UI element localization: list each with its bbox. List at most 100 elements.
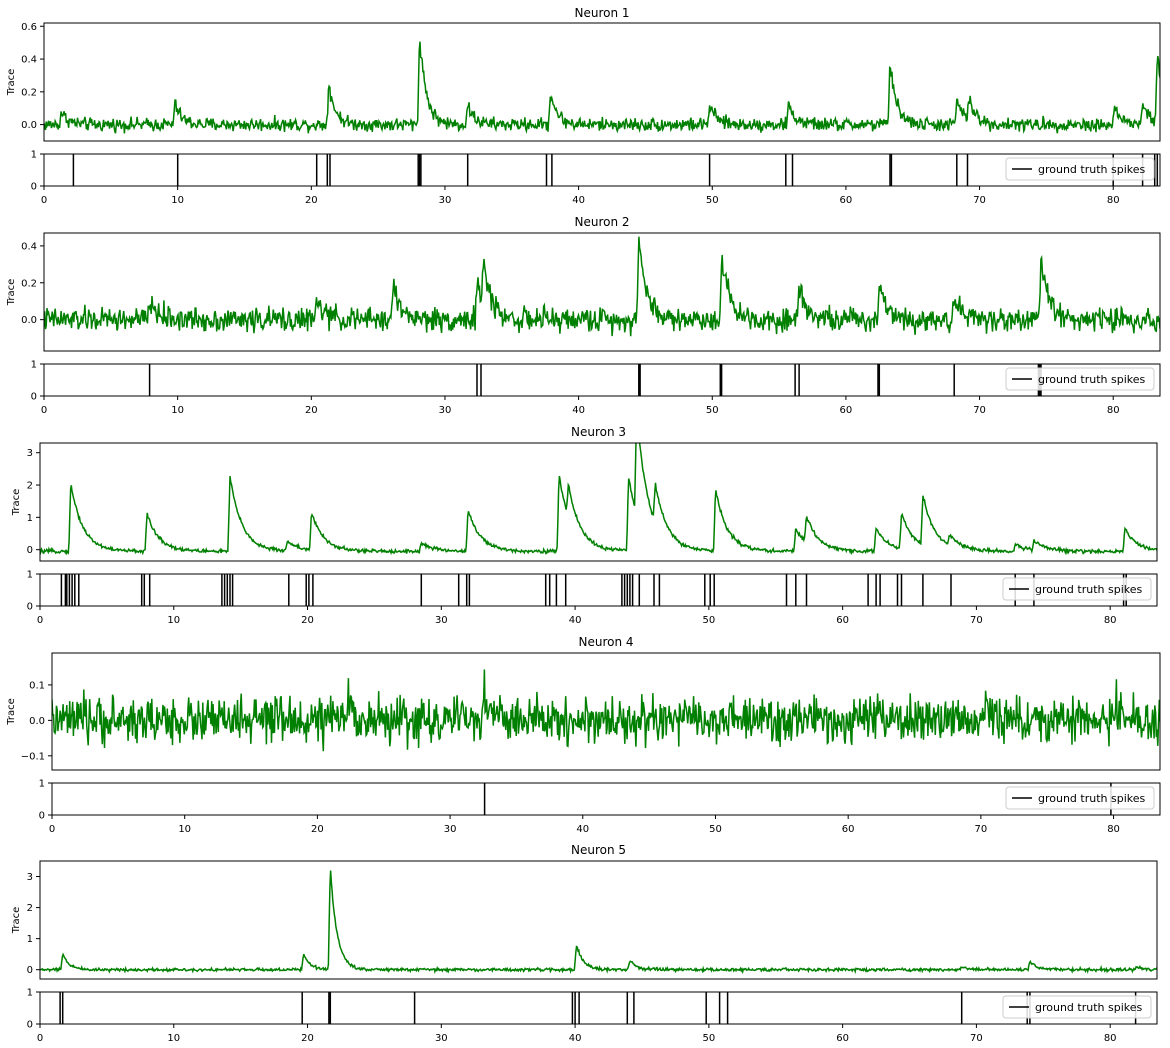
neuron-panel-5: 0123Neuron 5Trace010 10 20 30 40 50 60 70 80grou… (11, 843, 1158, 1044)
spikes-xtick-label: 10 (171, 195, 184, 206)
spikes-ytick-label: 1 (39, 779, 45, 790)
spikes-axes: 010 10 20 30 40 50 60 70 80ground truth spikes (31, 150, 1161, 206)
legend: ground truth spikes (1005, 786, 1155, 810)
trace-axes: 0.0 0.2 0.4 0.6 Neuron 1 Trace (6, 6, 1161, 142)
spikes-xtick-label: 60 (840, 195, 853, 206)
trace-line (44, 41, 1160, 134)
spikes-ytick-label: 0 (31, 182, 37, 193)
legend-label: ground truth spikes (1038, 163, 1146, 176)
spikes-xtick-label: 0 (49, 824, 55, 835)
trace-ytick-label: 2 (27, 481, 33, 492)
spikes-xtick-label: 60 (836, 1033, 849, 1044)
trace-ytick-label: 0.0 (21, 120, 37, 131)
trace-axes: 0.0 0.2 0.4 Neuron 2 Trace (6, 215, 1161, 352)
spikes-axes: 010 10 20 30 40 50 60 70 80ground truth spikes (27, 570, 1158, 626)
spikes-xtick-label: 40 (569, 1033, 582, 1044)
trace-ytick-label: 0.2 (21, 87, 37, 98)
legend-label: ground truth spikes (1038, 792, 1146, 805)
spikes-xtick-label: 70 (970, 615, 983, 626)
trace-ytick-label: 1 (27, 513, 33, 524)
trace-ytick-label: 0.4 (21, 55, 37, 66)
legend: ground truth spikes (1005, 367, 1155, 391)
spikes-frame (43, 363, 1161, 397)
trace-ytick-label: 2 (27, 903, 33, 914)
spikes-xtick-label: 20 (305, 195, 318, 206)
spikes-xtick-label: 80 (1107, 824, 1120, 835)
spikes-xtick-label: 80 (1104, 1033, 1117, 1044)
spikes-ytick-label: 0 (39, 811, 45, 822)
spikes-xtick-label: 70 (973, 405, 986, 416)
trace-ylabel: Trace (6, 69, 17, 97)
trace-axes: −0.1 0.0 0.1 Neuron 4 Trace (6, 635, 1161, 771)
spikes-xtick-label: 0 (37, 615, 43, 626)
spikes-xtick-label: 80 (1107, 195, 1120, 206)
legend: ground truth spikes (1002, 995, 1152, 1019)
spikes-xtick-label: 50 (706, 405, 719, 416)
trace-ytick-label: 1 (27, 934, 33, 945)
spikes-ytick-label: 1 (31, 360, 37, 371)
neuron-panel-3: 0123Neuron 3Trace010 10 20 30 40 50 60 70 80grou… (11, 425, 1158, 626)
trace-line (44, 236, 1160, 337)
spikes-xtick-label: 30 (444, 824, 457, 835)
spikes-xtick-label: 60 (836, 615, 849, 626)
spikes-xtick-label: 40 (576, 824, 589, 835)
spikes-ytick-label: 0 (31, 392, 37, 403)
spikes-frame (43, 153, 1161, 187)
spikes-ytick-label: 1 (27, 988, 33, 999)
spikes-xtick-label: 20 (301, 615, 314, 626)
spikes-xtick-label: 30 (435, 1033, 448, 1044)
trace-ytick-label: 0 (27, 965, 33, 976)
spikes-xtick-label: 40 (572, 405, 585, 416)
spikes-axes: 010 10 20 30 40 50 60 70 80ground truth spikes (27, 988, 1158, 1044)
trace-frame (39, 860, 1158, 980)
legend-label: ground truth spikes (1038, 373, 1146, 386)
spikes-ytick-label: 1 (31, 150, 37, 161)
spikes-ytick-label: 0 (27, 602, 33, 613)
spikes-xtick-label: 50 (702, 615, 715, 626)
trace-ytick-label: 0.2 (21, 278, 37, 289)
neuron-panel-1: 0.00.20.40.6Neuron 1Trace010 10 20 30 40 50 60… (6, 6, 1161, 206)
spikes-xtick-label: 30 (439, 405, 452, 416)
trace-ylabel: Trace (11, 489, 22, 517)
spikes-xtick-label: 50 (702, 1033, 715, 1044)
spikes-xtick-label: 30 (439, 195, 452, 206)
spikes-xtick-label: 10 (178, 824, 191, 835)
legend-label: ground truth spikes (1035, 583, 1143, 596)
legend: ground truth spikes (1005, 157, 1155, 181)
spikes-xtick-label: 70 (974, 824, 987, 835)
trace-ytick-label: 0.6 (21, 22, 37, 33)
spikes-xtick-label: 0 (41, 405, 47, 416)
spikes-ytick-label: 1 (27, 570, 33, 581)
spikes-xtick-label: 20 (301, 1033, 314, 1044)
spikes-xtick-label: 60 (840, 405, 853, 416)
panel-title: Neuron 5 (571, 843, 626, 857)
trace-ytick-label: 0.0 (29, 716, 45, 727)
legend-label: ground truth spikes (1035, 1001, 1143, 1014)
panel-title: Neuron 1 (574, 6, 629, 20)
panel-title: Neuron 4 (578, 635, 633, 649)
spikes-xtick-label: 60 (842, 824, 855, 835)
spikes-xtick-label: 50 (706, 195, 719, 206)
neuron-panel-4: −0.10.00.1Neuron 4Trace010 10 20 30 40 50 60 70… (6, 635, 1161, 835)
trace-ytick-label: 0.0 (21, 315, 37, 326)
trace-ytick-label: 0 (27, 545, 33, 556)
spikes-xtick-label: 20 (311, 824, 324, 835)
spikes-frame (39, 991, 1158, 1025)
spikes-xtick-label: 70 (970, 1033, 983, 1044)
trace-frame (39, 442, 1158, 562)
spikes-xtick-label: 20 (305, 405, 318, 416)
trace-ylabel: Trace (6, 698, 17, 726)
spikes-xtick-label: 50 (709, 824, 722, 835)
trace-ytick-label: 0.1 (29, 680, 45, 691)
trace-ylabel: Trace (6, 279, 17, 307)
spikes-xtick-label: 80 (1107, 405, 1120, 416)
spikes-frame (51, 782, 1161, 816)
spikes-xtick-label: 0 (37, 1033, 43, 1044)
trace-ytick-label: 3 (27, 872, 33, 883)
trace-ytick-label: 3 (27, 448, 33, 459)
trace-line (40, 870, 1157, 975)
trace-ytick-label: −0.1 (21, 751, 45, 762)
spikes-xtick-label: 10 (167, 1033, 180, 1044)
trace-line (52, 669, 1160, 752)
legend: ground truth spikes (1002, 577, 1152, 601)
